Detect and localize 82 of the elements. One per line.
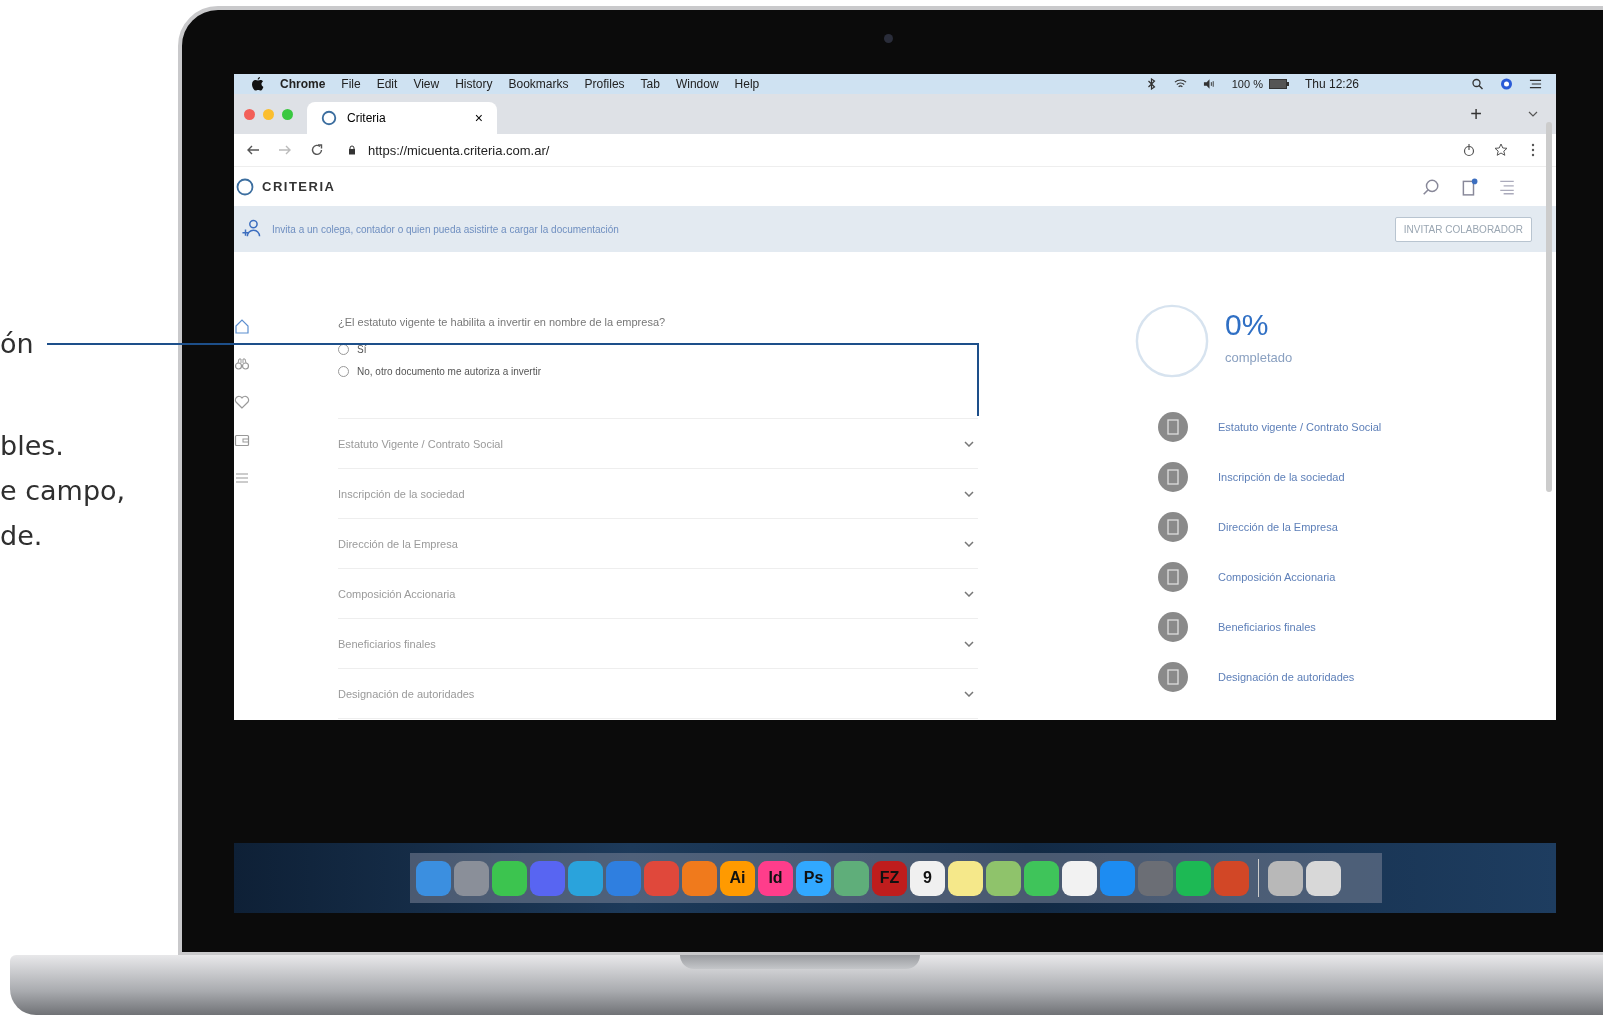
step-link[interactable]: Composición Accionaria (1218, 571, 1336, 583)
app-icon[interactable] (492, 860, 527, 896)
question-text: ¿El estatuto vigente te habilita a invertir en nombre de la empresa? (338, 316, 667, 328)
menu-item[interactable]: Chrome (280, 77, 326, 91)
option-label: Sí (357, 343, 367, 355)
section-title: Dirección de la Empresa (338, 537, 458, 550)
caption-text: completado (1225, 350, 1293, 365)
battery-text: 100 % (1231, 78, 1263, 90)
menu-item[interactable]: Window (675, 77, 719, 91)
caption-text: bles. (0, 429, 65, 463)
app-icon[interactable]: Ai (720, 860, 755, 896)
app-icon[interactable] (1024, 860, 1059, 896)
wallet-icon[interactable] (234, 432, 250, 448)
document-icon (1158, 612, 1188, 642)
speaker-icon[interactable] (1202, 78, 1216, 90)
menu-icon[interactable] (1529, 78, 1542, 90)
wifi-icon[interactable] (1173, 78, 1187, 90)
app-icon[interactable]: Id (758, 860, 793, 896)
binoculars-icon[interactable] (234, 356, 250, 372)
heart-icon[interactable] (234, 394, 250, 410)
menu-item[interactable]: File (341, 77, 361, 91)
search-icon[interactable] (1471, 78, 1484, 90)
document-icon (1158, 412, 1188, 442)
camera-icon (884, 34, 893, 43)
caption-text: ón (0, 328, 35, 359)
star-icon[interactable] (1494, 143, 1508, 157)
step-link[interactable]: Beneficiarios finales (1218, 621, 1316, 633)
menu-item[interactable]: Bookmarks (508, 77, 569, 91)
brand-logo[interactable]: CRITERIA (262, 179, 336, 194)
circle-logo-icon (321, 110, 337, 126)
app-icon[interactable] (834, 860, 869, 896)
siri-icon[interactable] (1500, 78, 1513, 90)
maximize-window-button[interactable] (282, 108, 293, 120)
address-field[interactable]: https://micuenta.criteria.com.ar/ (342, 138, 1444, 162)
menu-item[interactable]: History (455, 77, 493, 91)
caption-text: e campo, (0, 474, 126, 508)
document-icon (1158, 462, 1188, 492)
section-title: Composición Accionaria (338, 587, 456, 600)
section-title: Estatuto Vigente / Contrato Social (338, 437, 503, 450)
app-icon[interactable] (986, 860, 1021, 896)
reload-icon[interactable] (310, 143, 324, 157)
section-title: Beneficiarios finales (338, 637, 436, 650)
document-icon (1158, 662, 1188, 692)
clock-text: Thu 12:26 (1304, 77, 1359, 91)
menu-item[interactable]: Help (734, 77, 760, 91)
section-title: Inscripción de la sociedad (338, 487, 465, 500)
app-icon[interactable]: Ps (796, 860, 831, 896)
forward-arrow-icon[interactable] (278, 143, 292, 157)
lock-icon (348, 145, 356, 155)
step-link[interactable]: Designación de autoridades (1218, 671, 1355, 683)
document-icon[interactable] (1460, 177, 1478, 196)
percent-text: 0% (1225, 308, 1270, 342)
banner-text: Invita a un colega, contador o quien pueda asistirte a cargar la documentación (272, 223, 619, 235)
app-icon[interactable]: 9 (910, 860, 945, 896)
app-icon[interactable] (948, 860, 983, 896)
browser-tab[interactable]: Criteria × (307, 102, 497, 134)
apple-icon[interactable] (252, 77, 264, 91)
app-icon[interactable] (1306, 860, 1341, 896)
document-icon (1158, 512, 1188, 542)
caption-text: de. (0, 519, 44, 553)
step-link[interactable]: Estatuto vigente / Contrato Social (1218, 421, 1382, 433)
share-icon[interactable] (1462, 143, 1476, 157)
circle-logo-icon (236, 177, 254, 196)
chevron-down-icon[interactable] (1528, 111, 1538, 117)
home-icon[interactable] (234, 318, 250, 334)
battery-icon[interactable] (1268, 79, 1289, 89)
section-title: Designación de autoridades (338, 687, 475, 700)
close-window-button[interactable] (244, 108, 255, 120)
step-link[interactable]: Dirección de la Empresa (1218, 521, 1338, 533)
document-icon (1158, 562, 1188, 592)
app-icon[interactable] (1062, 860, 1097, 896)
app-icon[interactable] (1176, 860, 1211, 896)
menu-item[interactable]: Profiles (584, 77, 625, 91)
close-tab-button[interactable]: × (474, 110, 483, 126)
menu-item[interactable]: Tab (640, 77, 660, 91)
step-link[interactable]: Inscripción de la sociedad (1218, 471, 1345, 483)
app-icon[interactable] (1268, 860, 1303, 896)
back-arrow-icon[interactable] (246, 143, 260, 157)
menu-item[interactable]: Edit (376, 77, 398, 91)
option-label: No, otro documento me autoriza a invertir (357, 365, 541, 377)
menu-item[interactable]: View (413, 77, 440, 91)
new-tab-button[interactable]: + (1470, 102, 1482, 126)
